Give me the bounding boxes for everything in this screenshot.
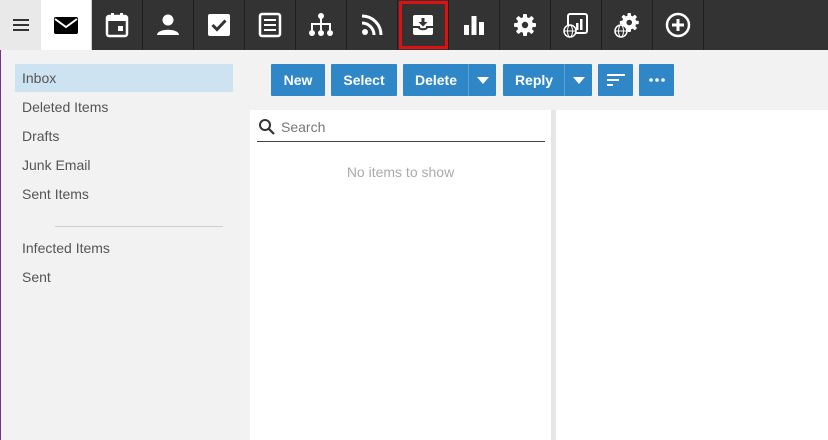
bar-chart-icon bbox=[464, 16, 484, 35]
globe-gear-icon bbox=[614, 13, 639, 38]
search-underline bbox=[257, 141, 545, 142]
chevron-down-icon bbox=[572, 76, 585, 84]
reply-button[interactable]: Reply bbox=[503, 64, 565, 96]
tab-contacts[interactable] bbox=[143, 0, 194, 50]
tab-notes[interactable] bbox=[245, 0, 296, 50]
menu-button[interactable] bbox=[0, 0, 41, 50]
tab-web-reports[interactable] bbox=[551, 0, 602, 50]
sort-button[interactable] bbox=[598, 64, 633, 96]
reading-pane bbox=[556, 110, 828, 440]
more-icon bbox=[648, 78, 665, 82]
notes-icon bbox=[258, 12, 282, 38]
folder-divider bbox=[55, 226, 223, 227]
more-button[interactable] bbox=[639, 64, 674, 96]
tab-inbox-download[interactable] bbox=[398, 0, 449, 50]
envelope-icon bbox=[54, 17, 78, 34]
folder-infected-items[interactable]: Infected Items bbox=[15, 234, 233, 262]
tab-org-chart[interactable] bbox=[296, 0, 347, 50]
globe-chart-icon bbox=[563, 13, 588, 38]
tab-rss[interactable] bbox=[347, 0, 398, 50]
sort-icon bbox=[606, 74, 625, 86]
calendar-icon bbox=[105, 13, 129, 38]
tab-settings[interactable] bbox=[500, 0, 551, 50]
tab-web-settings[interactable] bbox=[602, 0, 653, 50]
rss-icon bbox=[361, 14, 383, 36]
folder-sent-items[interactable]: Sent Items bbox=[15, 180, 233, 208]
reply-dropdown-button[interactable] bbox=[564, 64, 592, 96]
tab-calendar[interactable] bbox=[92, 0, 143, 50]
delete-dropdown-button[interactable] bbox=[468, 64, 496, 96]
tab-reports[interactable] bbox=[449, 0, 500, 50]
folder-pane: Inbox Deleted Items Drafts Junk Email Se… bbox=[0, 50, 246, 440]
tab-add[interactable] bbox=[653, 0, 704, 50]
search-icon bbox=[259, 119, 275, 135]
person-icon bbox=[157, 14, 179, 35]
hamburger-icon bbox=[12, 19, 29, 31]
inbox-download-icon bbox=[413, 15, 433, 35]
folder-sent[interactable]: Sent bbox=[15, 263, 233, 291]
folder-deleted-items[interactable]: Deleted Items bbox=[15, 93, 233, 121]
empty-list-message: No items to show bbox=[346, 164, 455, 180]
gear-icon bbox=[514, 14, 536, 36]
search-input[interactable] bbox=[281, 114, 541, 140]
new-button[interactable]: New bbox=[271, 64, 325, 96]
plus-circle-icon bbox=[665, 12, 691, 38]
folder-junk-email[interactable]: Junk Email bbox=[15, 151, 233, 179]
tab-mail[interactable] bbox=[41, 0, 92, 50]
sitemap-icon bbox=[309, 13, 333, 36]
app-bar bbox=[0, 0, 828, 50]
folder-drafts[interactable]: Drafts bbox=[15, 122, 233, 150]
delete-button[interactable]: Delete bbox=[403, 64, 469, 96]
folder-inbox[interactable]: Inbox bbox=[15, 64, 233, 92]
select-button[interactable]: Select bbox=[331, 64, 397, 96]
toolbar: New Select Delete Reply bbox=[246, 50, 828, 110]
chevron-down-icon bbox=[476, 76, 489, 84]
message-list-pane: No items to show bbox=[250, 110, 551, 440]
checkbox-icon bbox=[208, 14, 230, 36]
tab-tasks[interactable] bbox=[194, 0, 245, 50]
